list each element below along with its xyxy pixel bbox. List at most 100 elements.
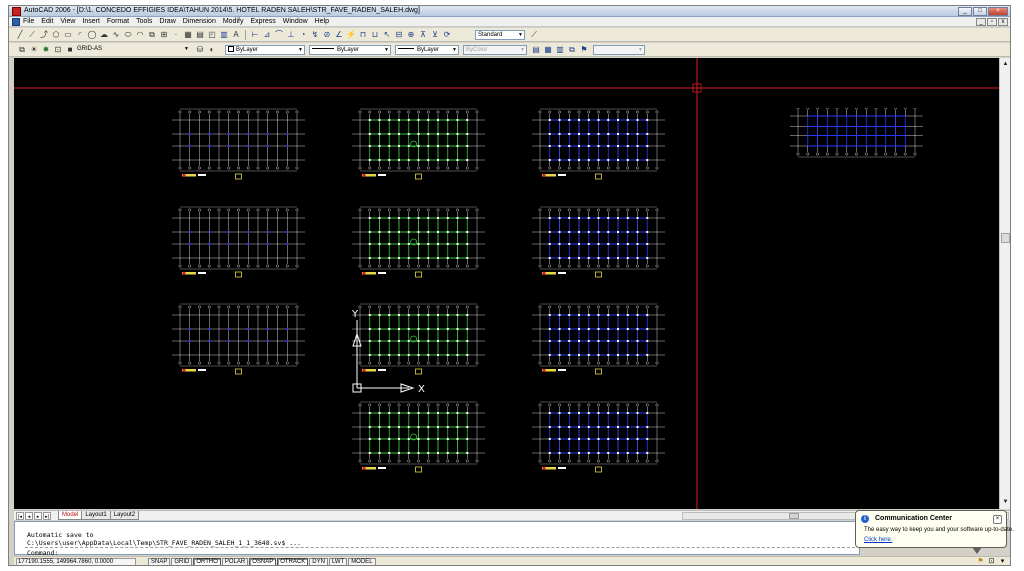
menu-help[interactable]: Help (315, 18, 329, 25)
ortho-toggle[interactable]: ORTHO (193, 558, 221, 565)
status-menu-icon[interactable]: ▾ (998, 557, 1007, 565)
doc-close-button[interactable]: x (998, 18, 1008, 26)
polyline-icon[interactable]: ⤴ (39, 30, 49, 40)
menu-view[interactable]: View (60, 18, 75, 25)
scroll-down-icon[interactable]: ▼ (1001, 498, 1010, 507)
rectangle-icon[interactable]: ▭ (63, 30, 73, 40)
floor-plan-white[interactable] (166, 303, 311, 388)
last-tab-icon[interactable]: ▸| (43, 512, 51, 520)
communication-center-icon[interactable]: ⚑ (976, 557, 985, 565)
next-tab-icon[interactable]: ▸ (34, 512, 42, 520)
tool-palettes-icon[interactable]: ▥ (555, 45, 565, 55)
dimension-update-icon[interactable]: ⟳ (442, 30, 452, 40)
layer-manager-icon[interactable]: ⧉ (17, 45, 27, 55)
floor-plan-green[interactable] (346, 108, 491, 193)
polar-toggle[interactable]: POLAR (221, 558, 249, 565)
menu-edit[interactable]: Edit (41, 18, 53, 25)
make-object-layer-current-icon[interactable]: ⛁ (195, 45, 205, 55)
floor-plan-blue[interactable] (526, 401, 671, 486)
menu-format[interactable]: Format (107, 18, 129, 25)
color-dropdown[interactable]: ByLayer ▼ (225, 45, 305, 55)
linear-dimension-icon[interactable]: ⊢ (250, 30, 260, 40)
tab-model[interactable]: Model (58, 511, 83, 520)
ellipse-arc-icon[interactable]: ◠ (135, 30, 145, 40)
menu-insert[interactable]: Insert (82, 18, 100, 25)
floor-plan-blue[interactable] (526, 108, 671, 193)
floor-plan-blue[interactable] (526, 303, 671, 388)
menu-window[interactable]: Window (283, 18, 308, 25)
linetype-dropdown[interactable]: ByLayer ▼ (309, 45, 391, 55)
coordinate-display[interactable]: 177190.1555, 149964.7860, 0.0000 (16, 558, 136, 565)
properties-icon[interactable]: ▤ (531, 45, 541, 55)
dimension-style-dropdown[interactable]: Standard ▼ (475, 30, 525, 40)
menu-file[interactable]: File (23, 18, 34, 25)
baseline-dimension-icon[interactable]: ⊓ (358, 30, 368, 40)
scroll-up-icon[interactable]: ▲ (1001, 60, 1010, 69)
menu-express[interactable]: Express (250, 18, 275, 25)
gradient-icon[interactable]: ▤ (195, 30, 205, 40)
menu-draw[interactable]: Draw (159, 18, 175, 25)
document-icon[interactable] (12, 18, 20, 26)
lineweight-dropdown[interactable]: ByLayer ▼ (395, 45, 459, 55)
scroll-thumb[interactable] (789, 513, 799, 519)
close-icon[interactable]: × (993, 515, 1002, 524)
radius-dimension-icon[interactable]: ◔ (298, 30, 308, 40)
hatch-icon[interactable]: ▦ (183, 30, 193, 40)
snap-toggle[interactable]: SNAP (148, 558, 171, 565)
insert-block-icon[interactable]: ⧉ (147, 30, 157, 40)
floor-plan-white[interactable] (166, 108, 311, 193)
layer-dropdown[interactable]: GRID-AS ▼ (75, 45, 191, 55)
named-views-dropdown[interactable]: ▼ (593, 45, 645, 55)
command-window[interactable]: Automatic save to C:\Users\user\AppData\… (14, 521, 860, 557)
line-icon[interactable]: ╱ (15, 30, 25, 40)
diameter-dimension-icon[interactable]: ⊘ (322, 30, 332, 40)
circle-icon[interactable]: ◯ (87, 30, 97, 40)
osnap-toggle[interactable]: OSNAP (249, 558, 277, 565)
menu-dimension[interactable]: Dimension (183, 18, 216, 25)
dimension-style-manager-icon[interactable]: ⟋ (529, 30, 539, 40)
ellipse-icon[interactable]: ⬭ (123, 30, 133, 40)
otrack-toggle[interactable]: OTRACK (277, 558, 309, 565)
center-mark-icon[interactable]: ⊕ (406, 30, 416, 40)
table-icon[interactable]: ▥ (219, 30, 229, 40)
click-here-link[interactable]: Click here. (864, 537, 892, 543)
sheet-set-manager-icon[interactable]: ⧉ (567, 45, 577, 55)
minimize-button[interactable]: _ (958, 7, 972, 16)
leader-icon[interactable]: ↖ (382, 30, 392, 40)
plot-style-dropdown[interactable]: ByColor ▼ (463, 45, 527, 55)
continue-dimension-icon[interactable]: ⊔ (370, 30, 380, 40)
autocad-app-icon[interactable] (12, 7, 21, 16)
vertical-scrollbar[interactable]: ▲ ▼ (999, 58, 1010, 509)
quick-dimension-icon[interactable]: ⚡ (346, 30, 356, 40)
point-icon[interactable]: · (171, 30, 181, 40)
floor-plan-green[interactable] (346, 206, 491, 291)
drawing-canvas[interactable]: Y X (14, 58, 999, 509)
ordinate-dimension-icon[interactable]: ⊥ (286, 30, 296, 40)
layer-color-icon[interactable]: ■ (65, 45, 75, 55)
revision-cloud-icon[interactable]: ☁ (99, 30, 109, 40)
maximize-button[interactable]: □ (973, 7, 987, 16)
arc-length-icon[interactable]: ⌒ (274, 30, 284, 40)
dimension-edit-icon[interactable]: ⊼ (418, 30, 428, 40)
polygon-icon[interactable]: ⬠ (51, 30, 61, 40)
layer-freeze-icon[interactable]: ✹ (41, 45, 51, 55)
grid-toggle[interactable]: GRID (171, 558, 193, 565)
tab-layout2[interactable]: Layout2 (109, 511, 140, 520)
spline-icon[interactable]: ∿ (111, 30, 121, 40)
first-tab-icon[interactable]: |◂ (16, 512, 24, 520)
tolerance-icon[interactable]: ⊟ (394, 30, 404, 40)
dyn-toggle[interactable]: DYN (309, 558, 328, 565)
dimension-text-edit-icon[interactable]: ⊻ (430, 30, 440, 40)
angular-dimension-icon[interactable]: ∠ (334, 30, 344, 40)
markup-set-manager-icon[interactable]: ⚑ (579, 45, 589, 55)
arc-icon[interactable]: ◜ (75, 30, 85, 40)
make-block-icon[interactable]: ⊞ (159, 30, 169, 40)
floor-plan-green[interactable] (346, 401, 491, 486)
aligned-dimension-icon[interactable]: ⊿ (262, 30, 272, 40)
doc-restore-button[interactable]: ▫ (987, 18, 997, 26)
floor-plan-blue[interactable] (526, 206, 671, 291)
layer-previous-icon[interactable]: ◐ (207, 45, 217, 55)
floor-plan-white[interactable] (166, 206, 311, 291)
model-toggle[interactable]: MODEL (348, 558, 376, 565)
scroll-thumb[interactable] (1001, 233, 1010, 243)
